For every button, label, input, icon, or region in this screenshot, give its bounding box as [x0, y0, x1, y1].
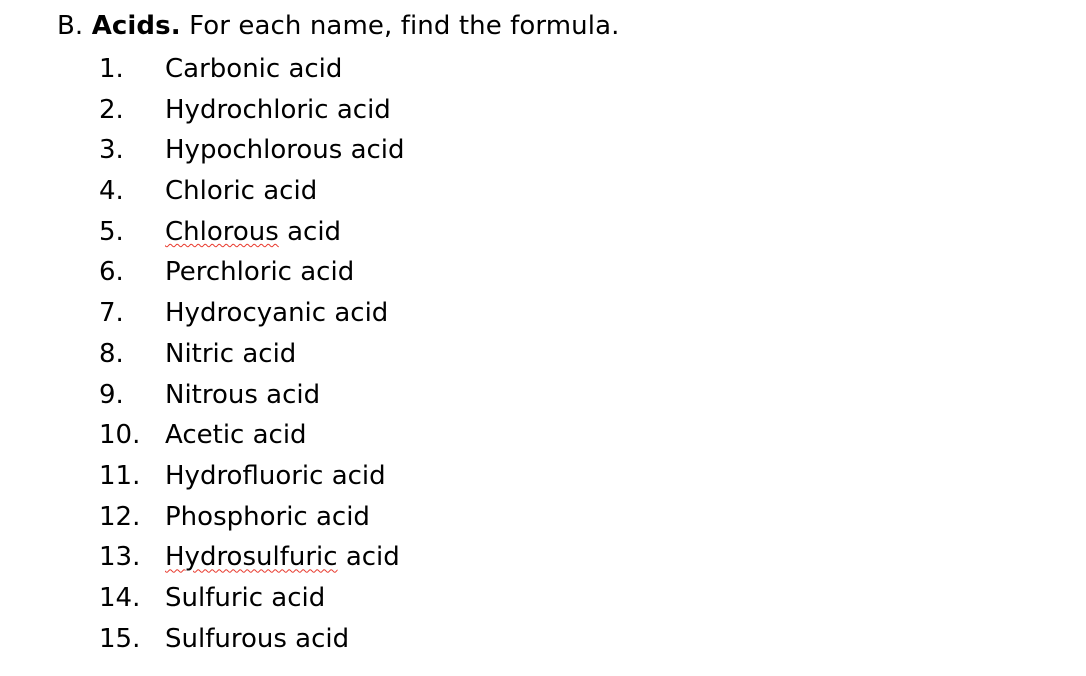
list-item-label-rest: acid [337, 542, 400, 573]
list-item-label: Acetic acid [165, 420, 307, 451]
list-item: 6. Perchloric acid [0, 252, 405, 293]
list-item-label: Phosphoric acid [165, 501, 370, 532]
list-item: 1. Carbonic acid [0, 49, 405, 90]
list-item-label: Nitrous acid [165, 379, 321, 410]
list-item-label: Hydrosulfuric acid [165, 537, 400, 578]
spellcheck-underlined-word: Chlorous [165, 216, 279, 247]
section-instruction: For each name, find the formula. [189, 11, 620, 41]
list-item: 7. Hydrocyanic acid [0, 293, 405, 334]
list-item-number: 8. [99, 338, 124, 369]
list-item-label-rest: acid [278, 216, 342, 247]
list-item-label: Nitric acid [165, 338, 297, 369]
list-item: 8. Nitric acid [0, 334, 405, 375]
list-item-number: 12. [99, 501, 141, 532]
list-item-number: 13. [99, 542, 141, 573]
list-item: 4. Chloric acid [0, 171, 405, 212]
list-item: 9. Nitrous acid [0, 375, 405, 416]
list-item: 12. Phosphoric acid [0, 497, 405, 538]
list-item-label: Carbonic acid [165, 54, 343, 84]
section-heading: B. Acids. For each name, find the formul… [57, 9, 619, 43]
list-item-number: 3. [99, 135, 124, 166]
list-item-label: Chloric acid [165, 176, 318, 207]
list-item-number: 14. [99, 582, 141, 613]
list-item: 14. Sulfuric acid [0, 578, 405, 619]
acid-name-list: 1. Carbonic acid 2. Hydrochloric acid 3. Hypo… [0, 49, 405, 659]
worksheet-page: B. Acids. For each name, find the formul… [0, 0, 1086, 676]
list-item-number: 2. [99, 94, 124, 125]
list-item-number: 11. [99, 460, 141, 491]
list-item-number: 5. [99, 216, 124, 247]
section-title: Acids. [91, 11, 181, 41]
list-item-label: Hydrofluoric acid [165, 460, 386, 491]
list-item-number: 9. [99, 379, 124, 410]
list-item-label: Sulfuric acid [165, 582, 326, 613]
list-item-number: 7. [99, 298, 124, 329]
list-item-number: 1. [99, 54, 124, 84]
list-item-number: 4. [99, 176, 124, 207]
list-item-label: Perchloric acid [165, 257, 355, 288]
list-item-number: 15. [99, 623, 141, 654]
list-item-number: 6. [99, 257, 124, 288]
list-item: 13. Hydrosulfuric acid [0, 537, 405, 578]
list-item-number: 10. [99, 420, 141, 451]
section-letter: B. [57, 11, 84, 41]
list-item-label: Chlorous acid [165, 212, 341, 253]
list-item-label: Sulfurous acid [165, 623, 350, 654]
list-item-label: Hydrocyanic acid [165, 298, 389, 329]
list-item: 11. Hydrofluoric acid [0, 456, 405, 497]
list-item: 5. Chlorous acid [0, 212, 405, 253]
list-item: 15. Sulfurous acid [0, 619, 405, 660]
list-item: 10. Acetic acid [0, 415, 405, 456]
list-item-label: Hypochlorous acid [165, 135, 405, 166]
spellcheck-underlined-word: Hydrosulfuric [165, 542, 338, 573]
list-item: 3. Hypochlorous acid [0, 130, 405, 171]
list-item: 2. Hydrochloric acid [0, 90, 405, 131]
list-item-label: Hydrochloric acid [165, 94, 391, 125]
